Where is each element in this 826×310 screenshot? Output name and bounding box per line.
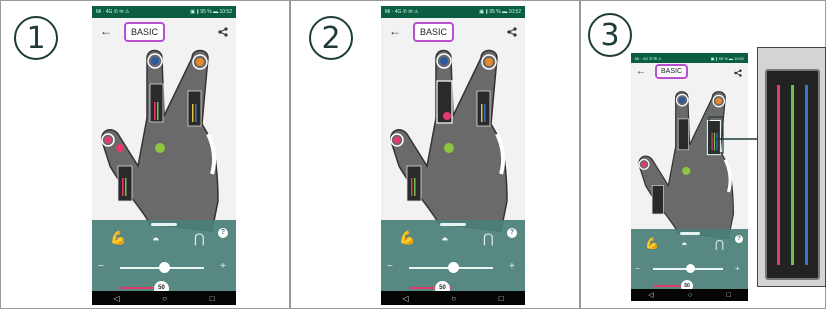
device-icon[interactable]: ◓ (152, 232, 160, 247)
nav-home-icon[interactable]: ○ (162, 294, 167, 303)
magnet-icon[interactable]: ⋂ (194, 231, 205, 247)
help-icon[interactable]: ? (507, 228, 517, 238)
nav-recent-icon[interactable]: □ (499, 294, 504, 303)
android-navbar: ◁ ○ □ (631, 289, 748, 301)
nav-recent-icon[interactable]: □ (210, 294, 215, 303)
nav-home-icon[interactable]: ○ (451, 294, 456, 303)
electrode-dot-pink[interactable] (443, 112, 451, 120)
electrode-dot-pink[interactable] (116, 144, 124, 152)
phone-screen-2: Mi · 4G ✆ ✉ ⚠ ▣ ∦ 95 % ▬ 10:52 ← BASIC 💪 … (381, 6, 525, 305)
phone-screen-1: Mi · 4G ✆ ✉ ⚠ ▣ ∦ 95 % ▬ 10:52 ← BASIC 💪 … (92, 6, 236, 305)
control-panel: 💪 ◓ ⋂ ? − + 50 (92, 220, 236, 296)
intensity-knob[interactable] (686, 264, 695, 273)
minus-icon[interactable]: − (635, 264, 640, 274)
lead-pink (777, 85, 780, 265)
intensity-knob[interactable] (448, 262, 459, 273)
arm-muscle-icon[interactable]: 💪 (645, 237, 659, 250)
intensity-knob[interactable] (159, 262, 170, 273)
plus-icon[interactable]: + (509, 262, 515, 272)
nav-home-icon[interactable]: ○ (688, 292, 692, 299)
nav-recent-icon[interactable]: □ (727, 292, 731, 299)
nav-back-icon[interactable]: ◁ (648, 291, 653, 299)
electrode-green[interactable] (682, 166, 691, 175)
drag-handle[interactable] (440, 223, 466, 226)
lead-blue (805, 85, 808, 265)
device-icon[interactable]: ◓ (681, 239, 688, 251)
minus-icon[interactable]: − (98, 262, 104, 272)
android-navbar: ◁ ○ □ (381, 291, 525, 305)
nav-back-icon[interactable]: ◁ (402, 294, 408, 303)
control-panel: 💪 ◓ ⋂ ? − + 50 (381, 220, 525, 296)
electrode-green[interactable] (444, 143, 454, 153)
plus-icon[interactable]: + (735, 264, 740, 274)
step-panel-1: 1 Mi · 4G ✆ ✉ ⚠ ▣ ∦ 95 % ▬ 10:52 ← BASIC … (0, 0, 290, 309)
zoom-callout (757, 47, 826, 287)
drag-handle[interactable] (151, 223, 177, 226)
plus-icon[interactable]: + (220, 262, 226, 272)
arm-muscle-icon[interactable]: 💪 (399, 230, 415, 246)
magnet-icon[interactable]: ⋂ (715, 238, 724, 251)
drag-handle[interactable] (679, 232, 700, 235)
control-panel: 💪 ◓ ⋂ ? − + 50 (631, 229, 748, 292)
step-number-2: 2 (309, 16, 353, 60)
step-panel-2: 2 Mi · 4G ✆ ✉ ⚠ ▣ ∦ 95 % ▬ 10:52 ← BASIC … (290, 0, 580, 309)
magnet-icon[interactable]: ⋂ (483, 231, 494, 247)
step-number-1: 1 (14, 16, 58, 60)
android-navbar: ◁ ○ □ (92, 291, 236, 305)
step-number-3: 3 (588, 13, 632, 57)
electrode-leads-closeup (765, 69, 820, 280)
nav-back-icon[interactable]: ◁ (113, 294, 119, 303)
device-icon[interactable]: ◓ (441, 232, 449, 247)
electrode-green[interactable] (155, 143, 165, 153)
minus-icon[interactable]: − (387, 262, 393, 272)
help-icon[interactable]: ? (218, 228, 228, 238)
phone-screen-3: Mi · 4G ✆ ✉ ⚠ ▣ ∦ 95 % ▬ 10:52 ← BASIC 💪 … (631, 53, 748, 301)
lead-green (791, 85, 794, 265)
arm-muscle-icon[interactable]: 💪 (110, 230, 126, 246)
help-icon[interactable]: ? (735, 235, 743, 243)
